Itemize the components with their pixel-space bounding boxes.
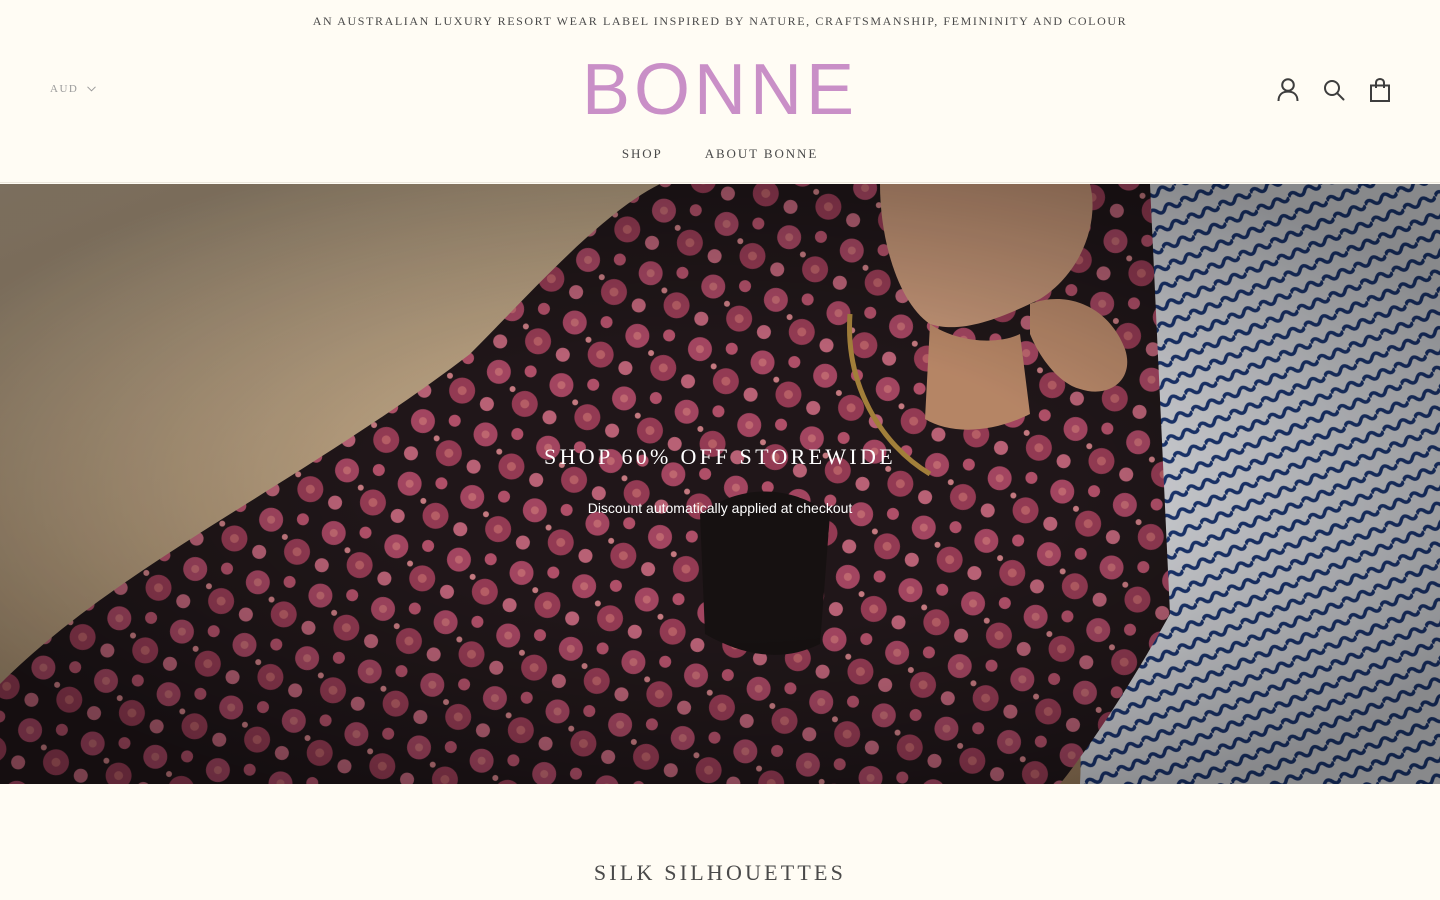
announcement-text: AN AUSTRALIAN LUXURY RESORT WEAR LABEL I… xyxy=(312,13,1128,28)
nav-about-bonne[interactable]: ABOUT BONNE xyxy=(705,146,818,162)
hero-image xyxy=(0,184,1440,784)
search-button[interactable] xyxy=(1322,77,1346,103)
cart-button[interactable] xyxy=(1368,77,1392,103)
account-button[interactable] xyxy=(1276,77,1300,103)
search-icon xyxy=(1324,80,1345,101)
site-header: AUD BONNE SHOP ABOUT BONNE xyxy=(0,42,1440,183)
chevron-down-icon xyxy=(87,86,97,92)
main-nav: SHOP ABOUT BONNE xyxy=(0,146,1440,162)
nav-shop[interactable]: SHOP xyxy=(622,146,663,162)
currency-label: AUD xyxy=(50,83,79,95)
logo-link[interactable]: BONNE xyxy=(582,50,858,130)
hero-subtitle: Discount automatically applied at checko… xyxy=(587,500,853,516)
announcement-bar: AN AUSTRALIAN LUXURY RESORT WEAR LABEL I… xyxy=(0,0,1440,42)
hero-banner[interactable]: SHOP 60% OFF STOREWIDE Discount automati… xyxy=(0,184,1440,784)
site-logo: BONNE xyxy=(0,48,1440,132)
header-actions xyxy=(1276,77,1392,103)
hero-title: SHOP 60% OFF STOREWIDE xyxy=(544,444,896,469)
section-title: SILK SILHOUETTES xyxy=(593,860,847,885)
bag-icon xyxy=(1370,78,1390,102)
account-icon xyxy=(1277,78,1299,102)
currency-selector[interactable]: AUD xyxy=(50,83,97,95)
